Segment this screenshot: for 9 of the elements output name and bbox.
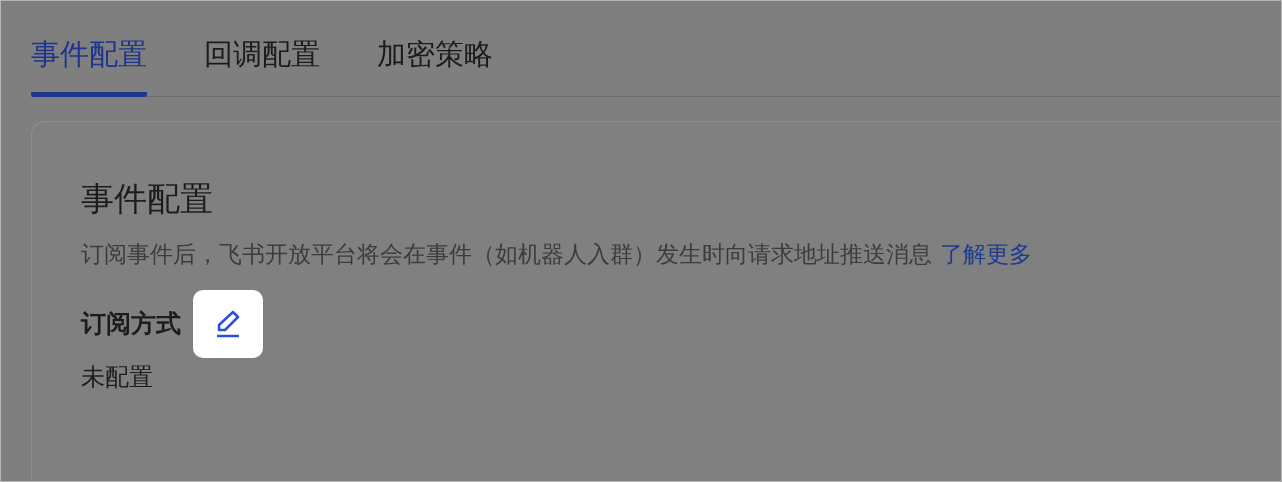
- description-text: 订阅事件后，飞书开放平台将会在事件（如机器人入群）发生时向请求地址推送消息: [81, 240, 932, 269]
- learn-more-link[interactable]: 了解更多: [940, 238, 1032, 270]
- tab[interactable]: 事件配置: [31, 29, 147, 97]
- field-value: 未配置: [81, 362, 154, 393]
- section-title: 事件配置: [81, 178, 214, 220]
- tab[interactable]: 加密策略: [377, 29, 493, 97]
- edit-button[interactable]: [193, 290, 263, 358]
- field-label: 订阅方式: [81, 308, 181, 341]
- tab[interactable]: 回调配置: [204, 29, 320, 97]
